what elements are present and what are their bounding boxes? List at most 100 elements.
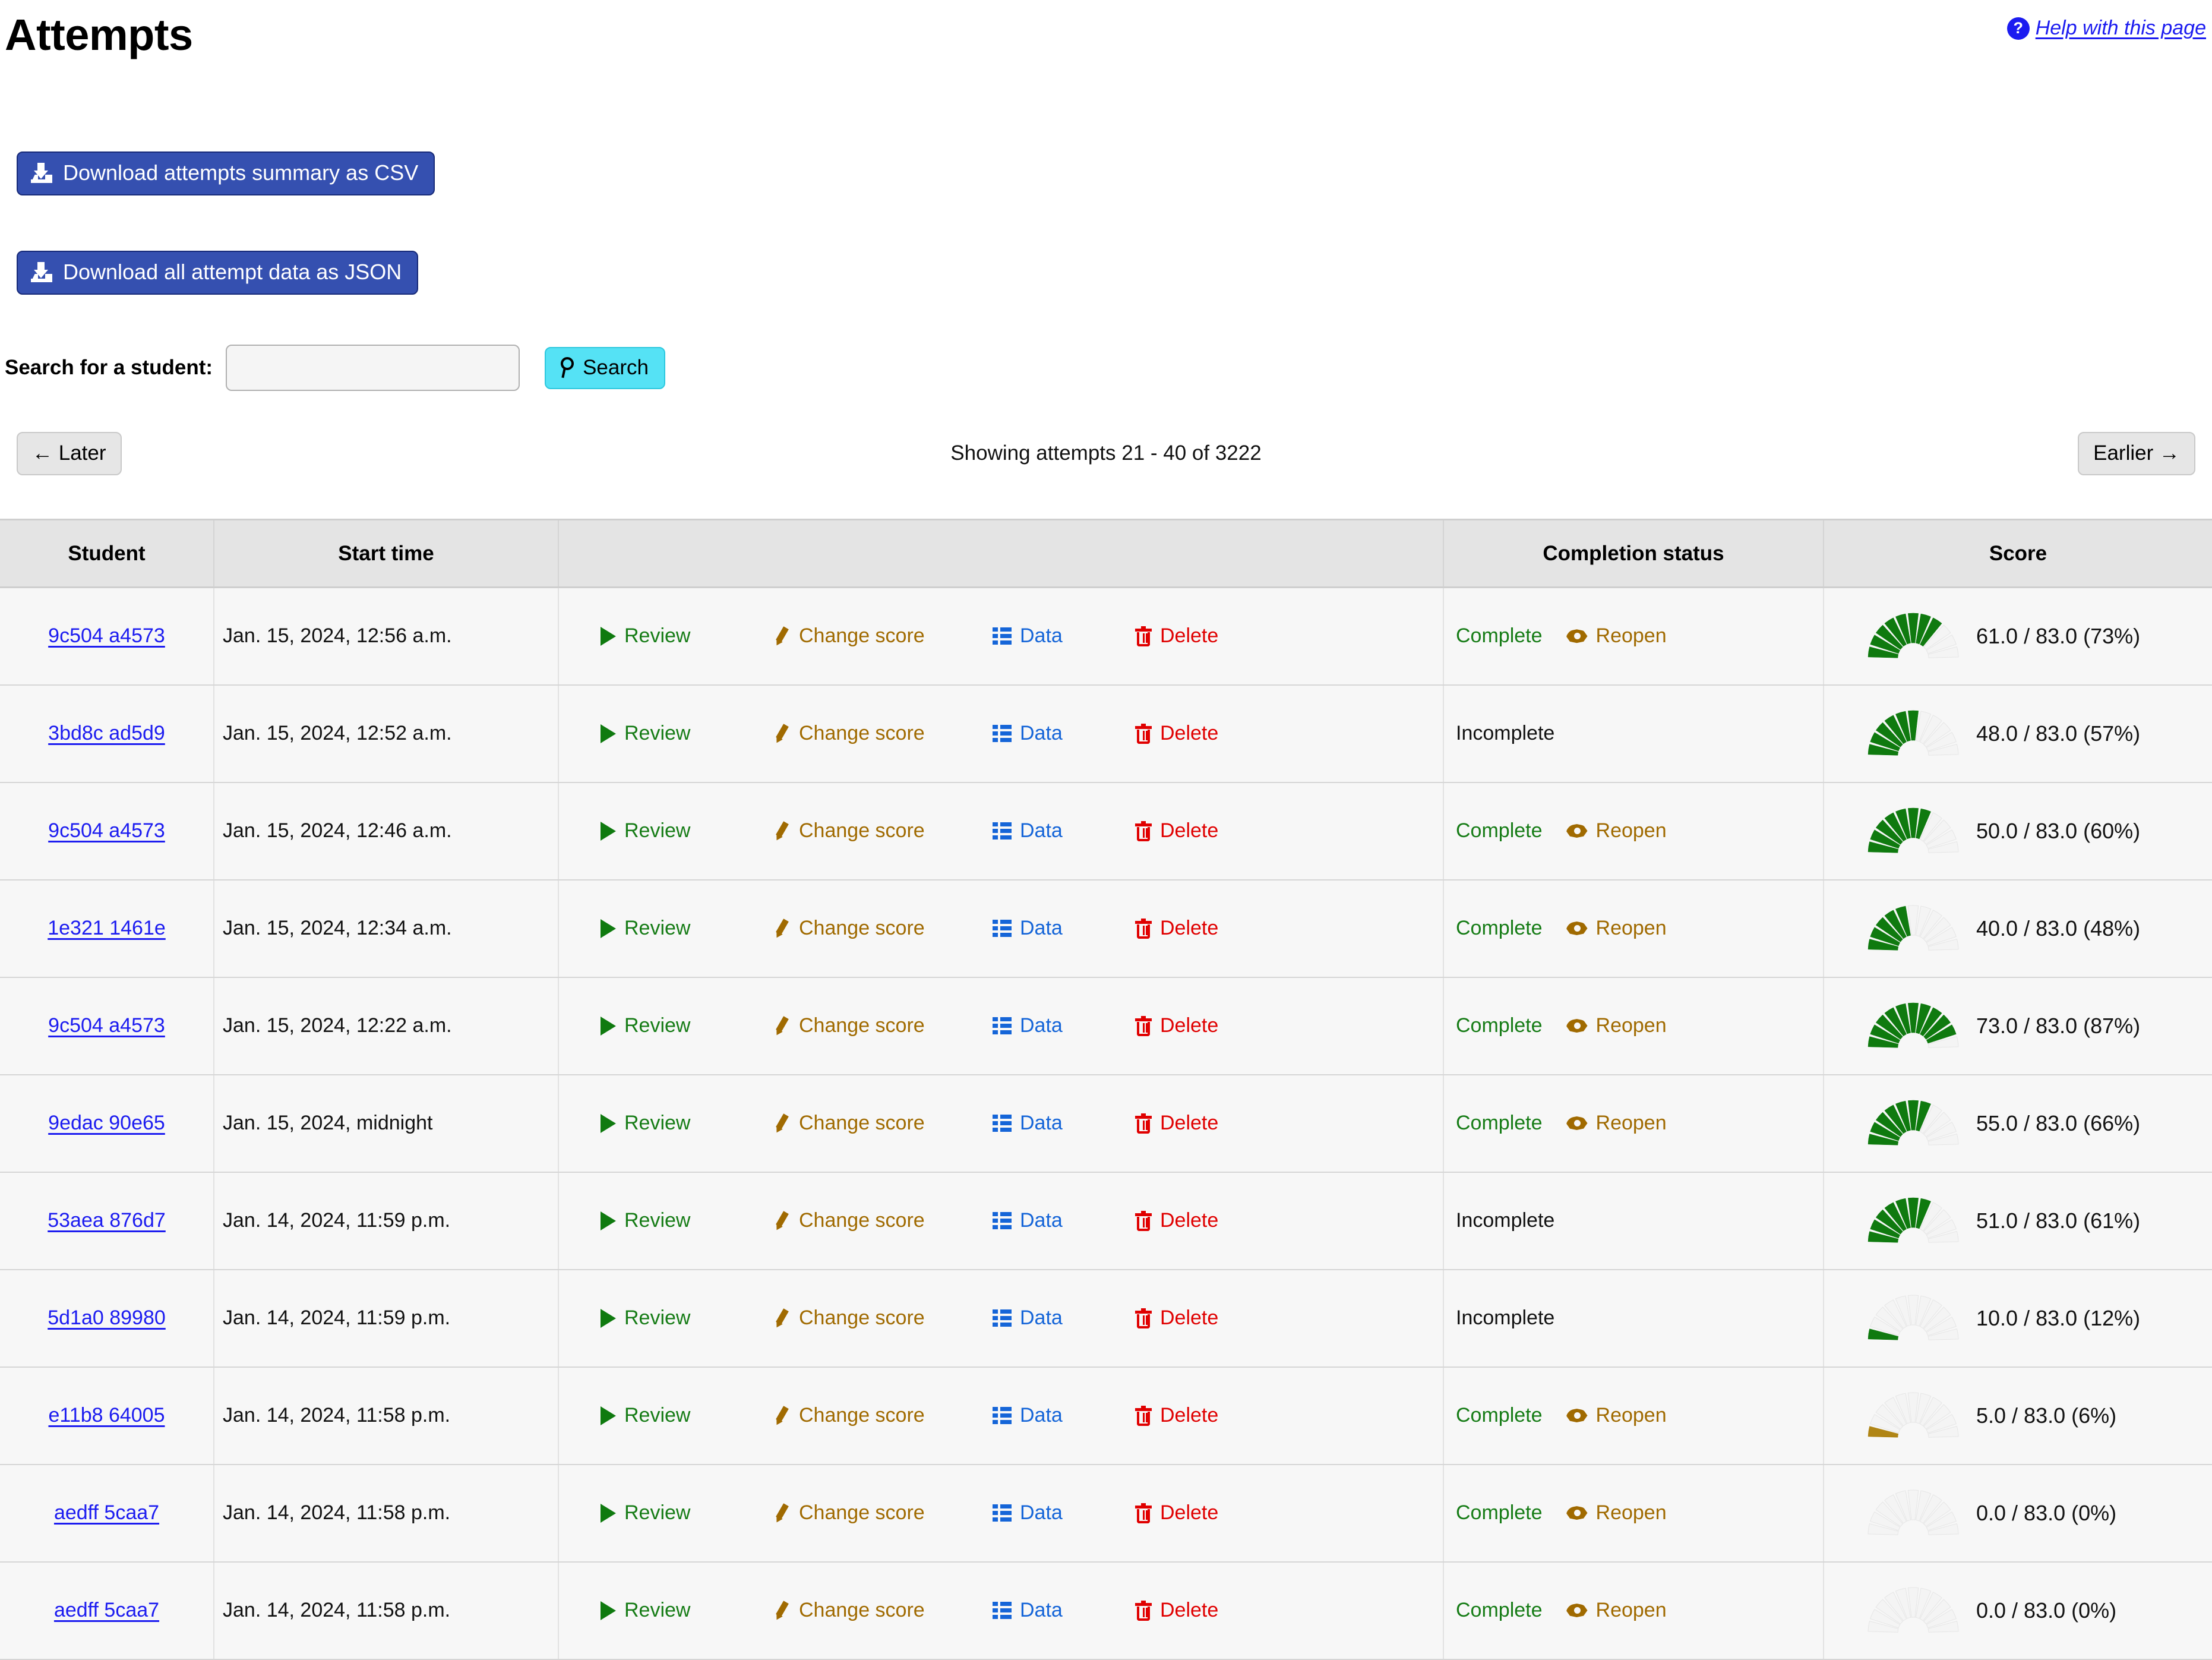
reopen-label: Reopen (1596, 1501, 1667, 1525)
change-score-link[interactable]: Change score (773, 819, 993, 842)
student-link[interactable]: 9c504 a4573 (48, 624, 165, 647)
search-input[interactable] (226, 345, 520, 391)
change-score-link[interactable]: Change score (773, 1599, 993, 1622)
column-header-score[interactable]: Score (1824, 520, 2212, 588)
column-header-completion-status[interactable]: Completion status (1443, 520, 1824, 588)
review-link[interactable]: Review (601, 1209, 773, 1232)
delete-link[interactable]: Delete (1135, 819, 1218, 842)
student-link[interactable]: e11b8 64005 (48, 1404, 165, 1427)
delete-link[interactable]: Delete (1135, 1501, 1218, 1525)
delete-link[interactable]: Delete (1135, 1112, 1218, 1135)
column-header-student[interactable]: Student (0, 520, 214, 588)
data-link[interactable]: Data (993, 917, 1135, 940)
reopen-link[interactable]: Reopen (1566, 1112, 1667, 1135)
data-link[interactable]: Data (993, 1404, 1135, 1427)
trash-icon (1135, 1503, 1152, 1523)
review-link[interactable]: Review (601, 1599, 773, 1622)
review-link[interactable]: Review (601, 1112, 773, 1135)
student-link[interactable]: 9c504 a4573 (48, 819, 165, 842)
change-score-link[interactable]: Change score (773, 1404, 993, 1427)
review-link[interactable]: Review (601, 1306, 773, 1330)
data-link[interactable]: Data (993, 624, 1135, 648)
review-link[interactable]: Review (601, 1501, 773, 1525)
data-link[interactable]: Data (993, 1209, 1135, 1232)
reopen-link[interactable]: Reopen (1566, 1404, 1667, 1427)
delete-link[interactable]: Delete (1135, 1599, 1218, 1622)
reopen-link[interactable]: Reopen (1566, 1501, 1667, 1525)
download-csv-button[interactable]: Download attempts summary as CSV (17, 152, 435, 195)
change-score-link[interactable]: Change score (773, 1501, 993, 1525)
student-link[interactable]: 3bd8c ad5d9 (48, 722, 165, 744)
change-score-link[interactable]: Change score (773, 1014, 993, 1037)
delete-link[interactable]: Delete (1135, 722, 1218, 745)
change-score-link[interactable]: Change score (773, 624, 993, 648)
data-link[interactable]: Data (993, 722, 1135, 745)
table-row: 9c504 a4573 Jan. 15, 2024, 12:56 a.m. Re… (0, 588, 2212, 685)
pencil-icon (773, 1114, 791, 1133)
eye-icon (1566, 1409, 1588, 1423)
cell-student: aedff 5caa7 (0, 1562, 214, 1659)
student-link[interactable]: aedff 5caa7 (54, 1501, 159, 1524)
reopen-link[interactable]: Reopen (1566, 917, 1667, 940)
pencil-icon (773, 919, 791, 938)
delete-link[interactable]: Delete (1135, 1014, 1218, 1037)
reopen-link[interactable]: Reopen (1566, 624, 1667, 648)
change-score-label: Change score (799, 819, 925, 842)
data-link[interactable]: Data (993, 1014, 1135, 1037)
cell-start-time: Jan. 15, 2024, 12:46 a.m. (214, 782, 558, 880)
eye-icon (1566, 824, 1588, 838)
delete-link[interactable]: Delete (1135, 917, 1218, 940)
play-icon (601, 627, 616, 646)
review-link[interactable]: Review (601, 917, 773, 940)
review-link[interactable]: Review (601, 1014, 773, 1037)
student-link[interactable]: 9edac 90e65 (48, 1112, 165, 1134)
help-with-this-page-link[interactable]: ? Help with this page (2007, 17, 2206, 40)
review-label: Review (624, 1112, 690, 1135)
delete-link[interactable]: Delete (1135, 624, 1218, 648)
data-link[interactable]: Data (993, 1112, 1135, 1135)
reopen-link[interactable]: Reopen (1566, 1599, 1667, 1622)
change-score-link[interactable]: Change score (773, 1306, 993, 1330)
review-link[interactable]: Review (601, 624, 773, 648)
download-json-button[interactable]: Download all attempt data as JSON (17, 251, 418, 295)
student-link[interactable]: 9c504 a4573 (48, 1014, 165, 1037)
score-gauge-0 (1866, 611, 1961, 662)
student-link[interactable]: 5d1a0 89980 (48, 1306, 166, 1329)
status-complete: Complete (1456, 1501, 1543, 1525)
review-link[interactable]: Review (601, 722, 773, 745)
question-circle-icon: ? (2007, 17, 2030, 40)
delete-link[interactable]: Delete (1135, 1306, 1218, 1330)
eye-icon (1566, 1604, 1588, 1618)
play-icon (601, 822, 616, 841)
cell-start-time: Jan. 15, 2024, 12:34 a.m. (214, 880, 558, 977)
data-link[interactable]: Data (993, 1501, 1135, 1525)
trash-icon (1135, 1113, 1152, 1134)
student-link[interactable]: 53aea 876d7 (48, 1209, 166, 1232)
data-link[interactable]: Data (993, 1599, 1135, 1622)
review-link[interactable]: Review (601, 819, 773, 842)
play-icon (601, 724, 616, 743)
column-header-start-time[interactable]: Start time (214, 520, 558, 588)
score-gauge-4 (1866, 1001, 1961, 1052)
delete-link[interactable]: Delete (1135, 1404, 1218, 1427)
search-button[interactable]: Search (545, 347, 665, 389)
change-score-link[interactable]: Change score (773, 722, 993, 745)
data-link[interactable]: Data (993, 1306, 1135, 1330)
reopen-link[interactable]: Reopen (1566, 1014, 1667, 1037)
reopen-link[interactable]: Reopen (1566, 819, 1667, 842)
data-link[interactable]: Data (993, 819, 1135, 842)
data-label: Data (1020, 1306, 1063, 1330)
change-score-link[interactable]: Change score (773, 917, 993, 940)
cell-actions: Review Change score Data Delete (558, 782, 1443, 880)
cell-score: 61.0 / 83.0 (73%) (1824, 588, 2212, 685)
earlier-button[interactable]: Earlier → (2078, 432, 2195, 475)
change-score-link[interactable]: Change score (773, 1112, 993, 1135)
cell-start-time: Jan. 15, 2024, midnight (214, 1075, 558, 1172)
status-incomplete: Incomplete (1456, 1209, 1554, 1232)
review-link[interactable]: Review (601, 1404, 773, 1427)
student-link[interactable]: aedff 5caa7 (54, 1599, 159, 1621)
student-link[interactable]: 1e321 1461e (48, 917, 166, 939)
delete-link[interactable]: Delete (1135, 1209, 1218, 1232)
play-icon (601, 919, 616, 938)
change-score-link[interactable]: Change score (773, 1209, 993, 1232)
